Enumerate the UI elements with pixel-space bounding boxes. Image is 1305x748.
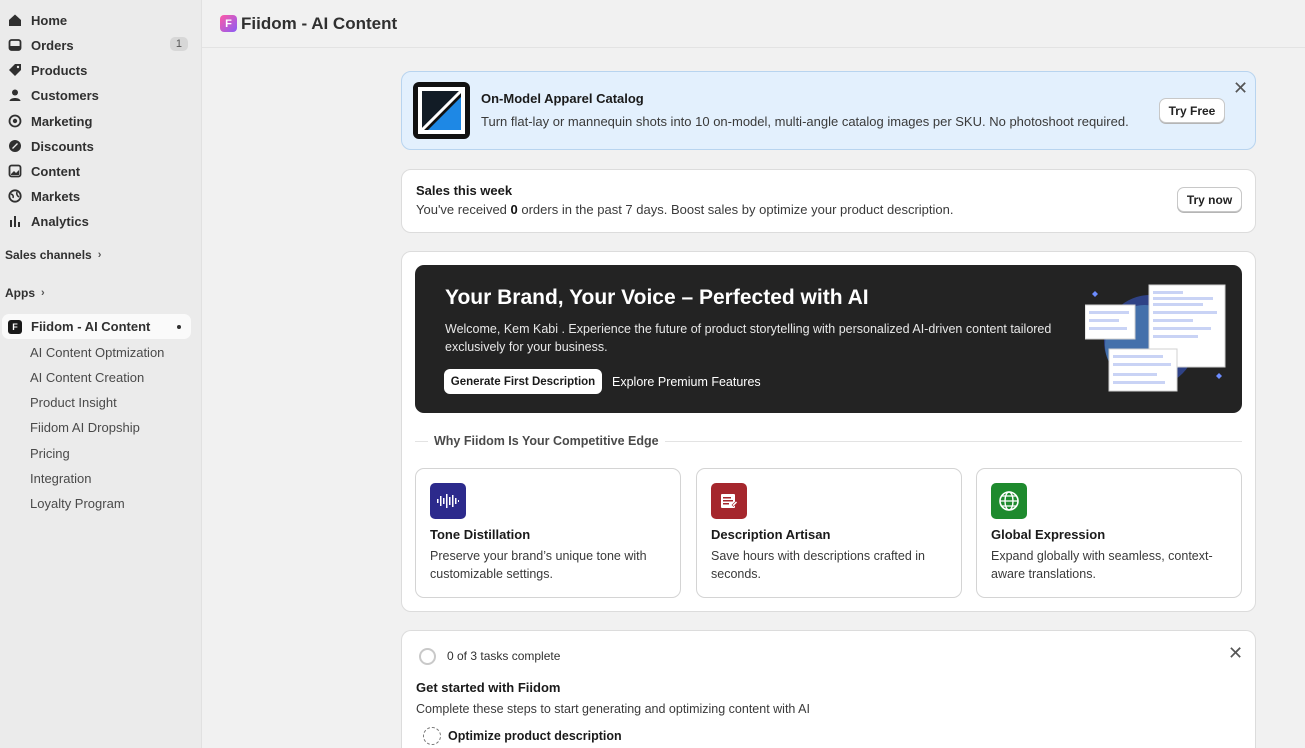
order-count: 0 bbox=[510, 202, 518, 217]
feature-text: Save hours with descriptions crafted in … bbox=[711, 549, 925, 581]
app-header: F Fiidom - AI Content bbox=[202, 0, 1305, 48]
orders-badge: 1 bbox=[169, 37, 188, 51]
chevron-right-icon: › bbox=[41, 287, 45, 299]
sales-channels-label: Sales channels bbox=[5, 248, 92, 262]
fiidom-app-icon: F bbox=[8, 319, 22, 334]
feature-title: Tone Distillation bbox=[430, 527, 531, 542]
nav-label: Products bbox=[31, 62, 88, 78]
bar-chart-icon bbox=[8, 214, 22, 228]
setup-tasks-card: 0 of 3 tasks complete ✕ Get started with… bbox=[401, 630, 1256, 748]
target-icon bbox=[8, 114, 22, 128]
sales-title: Sales this week bbox=[416, 183, 513, 198]
sub-item-ai-content-optimization[interactable]: AI Content Optmization bbox=[30, 345, 164, 360]
apparel-catalog-icon bbox=[413, 82, 470, 139]
sub-item-ai-content-creation[interactable]: AI Content Creation bbox=[30, 370, 144, 385]
apps-toggle[interactable]: Apps › bbox=[5, 286, 45, 300]
discount-icon bbox=[8, 139, 22, 153]
nav-label: Analytics bbox=[31, 213, 89, 229]
active-app-item[interactable]: F Fiidom - AI Content bbox=[2, 314, 191, 339]
section-divider: Why Fiidom Is Your Competitive Edge bbox=[415, 434, 1242, 448]
task-count: 0 of 3 tasks complete bbox=[447, 649, 561, 663]
feature-title: Global Expression bbox=[991, 527, 1106, 542]
hero-banner: Your Brand, Your Voice – Perfected with … bbox=[415, 265, 1242, 413]
task-checkbox[interactable] bbox=[423, 727, 441, 745]
nav-label: Orders bbox=[31, 37, 74, 53]
person-icon bbox=[8, 88, 22, 102]
nav-label: Content bbox=[31, 163, 81, 179]
nav-products[interactable]: Products bbox=[0, 58, 202, 82]
feature-text: Preserve your brand’s unique tone with c… bbox=[430, 549, 647, 581]
content-icon bbox=[8, 164, 22, 178]
globe-icon bbox=[8, 189, 22, 203]
orders-icon bbox=[8, 38, 22, 52]
promo-text: Turn flat-lay or mannequin shots into 10… bbox=[481, 114, 1129, 129]
nav-label: Marketing bbox=[31, 113, 93, 129]
nav-label: Home bbox=[31, 12, 68, 28]
close-icon[interactable]: ✕ bbox=[1228, 644, 1243, 662]
welcome-card: Your Brand, Your Voice – Perfected with … bbox=[401, 251, 1256, 612]
why-fiidom-heading: Why Fiidom Is Your Competitive Edge bbox=[434, 434, 659, 448]
nav-marketing[interactable]: Marketing bbox=[0, 109, 202, 133]
active-app-label: Fiidom - AI Content bbox=[31, 319, 151, 334]
chevron-right-icon: › bbox=[97, 249, 102, 261]
nav-content[interactable]: Content bbox=[0, 159, 202, 183]
try-now-button[interactable]: Try now bbox=[1177, 187, 1242, 212]
nav-label: Discounts bbox=[31, 138, 94, 154]
page-title: Fiidom - AI Content bbox=[241, 13, 398, 33]
try-free-button[interactable]: Try Free bbox=[1159, 98, 1225, 123]
progress-circle bbox=[419, 648, 436, 665]
sub-item-product-insight[interactable]: Product Insight bbox=[30, 395, 117, 410]
hero-illustration bbox=[1085, 284, 1226, 392]
apps-label: Apps bbox=[5, 286, 35, 300]
fiidom-logo-icon: F bbox=[220, 15, 237, 32]
nav-orders[interactable]: Orders 1 bbox=[0, 33, 202, 57]
nav-home[interactable]: Home bbox=[0, 8, 202, 32]
hero-title: Your Brand, Your Voice – Perfected with … bbox=[445, 286, 869, 309]
feature-card-global: Global Expression Expand globally with s… bbox=[976, 468, 1242, 598]
feature-title: Description Artisan bbox=[711, 527, 831, 542]
tag-icon bbox=[8, 63, 22, 77]
nav-analytics[interactable]: Analytics bbox=[0, 209, 202, 233]
document-edit-icon bbox=[711, 483, 747, 519]
nav-label: Markets bbox=[31, 188, 81, 204]
hero-subtitle: Welcome, Kem Kabi . Experience the futur… bbox=[445, 322, 1052, 354]
home-icon bbox=[8, 13, 22, 27]
sub-item-loyalty-program[interactable]: Loyalty Program bbox=[30, 496, 125, 511]
globe-icon bbox=[991, 483, 1027, 519]
sales-channels-toggle[interactable]: Sales channels › bbox=[5, 248, 101, 262]
tasks-description: Complete these steps to start generating… bbox=[416, 702, 810, 716]
promo-banner: On-Model Apparel Catalog Turn flat-lay o… bbox=[401, 71, 1256, 150]
close-icon[interactable]: ✕ bbox=[1233, 79, 1248, 97]
tasks-heading: Get started with Fiidom bbox=[416, 680, 561, 695]
nav-label: Customers bbox=[31, 87, 99, 103]
waveform-icon bbox=[430, 483, 466, 519]
promo-title: On-Model Apparel Catalog bbox=[481, 91, 644, 106]
task-optimize-description[interactable]: Optimize product description bbox=[448, 729, 622, 743]
feature-card-tone: Tone Distillation Preserve your brand’s … bbox=[415, 468, 681, 598]
feature-text: Expand globally with seamless, context-a… bbox=[991, 549, 1213, 581]
nav-discounts[interactable]: Discounts bbox=[0, 134, 202, 158]
nav-customers[interactable]: Customers bbox=[0, 83, 202, 107]
explore-premium-features-link[interactable]: Explore Premium Features bbox=[612, 375, 761, 389]
sales-card: Sales this week You've received 0 orders… bbox=[401, 169, 1256, 233]
active-dot bbox=[177, 325, 181, 329]
nav-markets[interactable]: Markets bbox=[0, 184, 202, 208]
sub-item-pricing[interactable]: Pricing bbox=[30, 446, 70, 461]
sub-item-dropship[interactable]: Fiidom AI Dropship bbox=[30, 420, 140, 435]
generate-first-description-button[interactable]: Generate First Description bbox=[444, 369, 602, 394]
sidebar: Home Orders 1 Products Customers Marketi… bbox=[0, 0, 202, 748]
sub-item-integration[interactable]: Integration bbox=[30, 471, 91, 486]
sales-text: You've received 0 orders in the past 7 d… bbox=[416, 202, 954, 217]
feature-card-description: Description Artisan Save hours with desc… bbox=[696, 468, 962, 598]
